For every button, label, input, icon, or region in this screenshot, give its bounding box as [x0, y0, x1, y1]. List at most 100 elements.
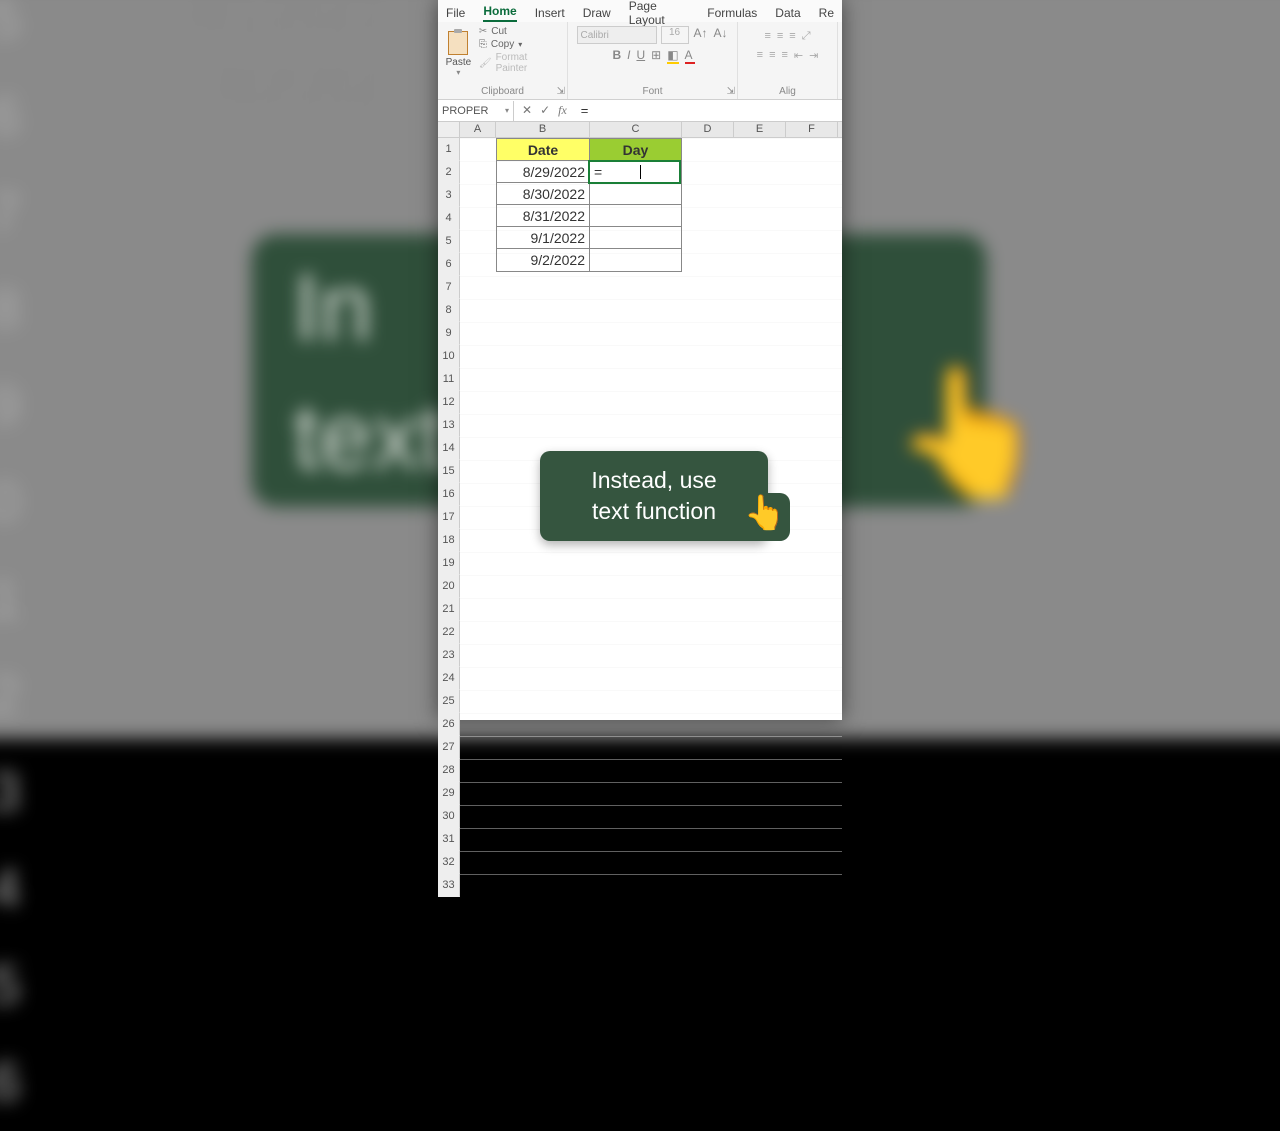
row-header[interactable]: 11: [438, 368, 460, 391]
col-header-A[interactable]: A: [460, 122, 496, 137]
row-header[interactable]: 20: [438, 575, 460, 598]
name-box[interactable]: PROPER ▾: [438, 101, 514, 121]
tab-data[interactable]: Data: [775, 6, 800, 20]
row-header[interactable]: 21: [438, 598, 460, 621]
col-header-E[interactable]: E: [734, 122, 786, 137]
tab-insert[interactable]: Insert: [535, 6, 565, 20]
increase-font-icon[interactable]: A↑: [693, 26, 709, 44]
dialog-launcher-icon[interactable]: ⇲: [727, 86, 735, 97]
font-color-button[interactable]: A: [685, 48, 693, 62]
row-header[interactable]: 3: [438, 184, 460, 207]
header-date-cell[interactable]: Date: [497, 139, 590, 161]
format-painter-button[interactable]: 🖌Format Painter: [479, 52, 559, 74]
row-header[interactable]: 4: [438, 207, 460, 230]
align-right-icon[interactable]: ≡: [781, 49, 787, 62]
bold-button[interactable]: B: [612, 48, 621, 62]
cell-C6[interactable]: [590, 249, 681, 271]
tab-home[interactable]: Home: [483, 4, 516, 22]
row-header[interactable]: 15: [438, 460, 460, 483]
row-header[interactable]: 25: [438, 690, 460, 713]
row-header[interactable]: 31: [438, 828, 460, 851]
row-header[interactable]: 8: [438, 299, 460, 322]
fill-color-button[interactable]: ◧: [667, 48, 678, 62]
decrease-font-icon[interactable]: A↓: [713, 26, 729, 44]
col-header-F[interactable]: F: [786, 122, 838, 137]
row-header[interactable]: 17: [438, 506, 460, 529]
row-header[interactable]: 9: [438, 322, 460, 345]
cancel-formula-button[interactable]: ✕: [522, 103, 532, 118]
row-header[interactable]: 29: [438, 782, 460, 805]
row-header[interactable]: 19: [438, 552, 460, 575]
pointing-hand-icon: 👆: [744, 491, 786, 537]
tab-review[interactable]: Re: [819, 6, 834, 20]
cells-area[interactable]: Date Day 8/29/2022 = 8/30/2022: [460, 138, 842, 897]
row-header[interactable]: 12: [438, 391, 460, 414]
ribbon: Paste ▾ ✂Cut ⎘Copy▾ 🖌Format Painter Clip…: [438, 22, 842, 100]
cut-button[interactable]: ✂Cut: [479, 26, 559, 37]
row-header[interactable]: 23: [438, 644, 460, 667]
row-header[interactable]: 14: [438, 437, 460, 460]
formula-input[interactable]: =: [575, 103, 842, 118]
excel-window: File Home Insert Draw Page Layout Formul…: [438, 0, 842, 720]
row-header[interactable]: 24: [438, 667, 460, 690]
cell-B4[interactable]: 8/31/2022: [497, 205, 590, 227]
chevron-down-icon: ▾: [518, 40, 522, 49]
enter-formula-button[interactable]: ✓: [540, 103, 550, 118]
underline-button[interactable]: U: [636, 48, 645, 62]
row-header[interactable]: 27: [438, 736, 460, 759]
fx-icon[interactable]: fx: [558, 103, 567, 118]
row-header[interactable]: 16: [438, 483, 460, 506]
tab-formulas[interactable]: Formulas: [707, 6, 757, 20]
cell-B6[interactable]: 9/2/2022: [497, 249, 590, 271]
cell-B5[interactable]: 9/1/2022: [497, 227, 590, 249]
dialog-launcher-icon[interactable]: ⇲: [557, 86, 565, 97]
align-bottom-icon[interactable]: ≡: [789, 30, 795, 43]
italic-button[interactable]: I: [627, 48, 630, 62]
col-header-B[interactable]: B: [496, 122, 590, 137]
tab-draw[interactable]: Draw: [583, 6, 611, 20]
cell-C2-editing[interactable]: =: [590, 161, 681, 183]
col-header-C[interactable]: C: [590, 122, 682, 137]
col-header-D[interactable]: D: [682, 122, 734, 137]
row-header[interactable]: 22: [438, 621, 460, 644]
indent-increase-icon[interactable]: ⇥: [809, 49, 818, 62]
cell-C3[interactable]: [590, 183, 681, 205]
cell-C4[interactable]: [590, 205, 681, 227]
row-header[interactable]: 1: [438, 138, 460, 161]
align-middle-icon[interactable]: ≡: [777, 30, 783, 43]
copy-icon: ⎘: [479, 39, 487, 50]
select-all-corner[interactable]: [438, 122, 460, 137]
row-header[interactable]: 7: [438, 276, 460, 299]
row-header[interactable]: 18: [438, 529, 460, 552]
border-button[interactable]: ⊞: [651, 48, 661, 62]
row-header[interactable]: 6: [438, 253, 460, 276]
indent-decrease-icon[interactable]: ⇤: [794, 49, 803, 62]
bg-hand-emoji: 👆: [892, 360, 1049, 507]
tab-file[interactable]: File: [446, 6, 465, 20]
data-table: Date Day 8/29/2022 = 8/30/2022: [496, 138, 682, 272]
orientation-icon[interactable]: ⤢: [802, 30, 811, 43]
row-header[interactable]: 26: [438, 713, 460, 736]
paste-button[interactable]: Paste ▾: [442, 24, 475, 84]
cell-C5[interactable]: [590, 227, 681, 249]
align-left-icon[interactable]: ≡: [757, 49, 763, 62]
cell-B2[interactable]: 8/29/2022: [497, 161, 590, 183]
header-day-cell[interactable]: Day: [590, 139, 681, 161]
row-header[interactable]: 28: [438, 759, 460, 782]
row-header[interactable]: 13: [438, 414, 460, 437]
align-center-icon[interactable]: ≡: [769, 49, 775, 62]
row-header[interactable]: 2: [438, 161, 460, 184]
copy-button[interactable]: ⎘Copy▾: [479, 39, 559, 50]
row-header[interactable]: 33: [438, 874, 460, 897]
align-top-icon[interactable]: ≡: [764, 30, 770, 43]
spreadsheet-grid[interactable]: A B C D E F 1234567891011121314151617181…: [438, 122, 842, 897]
row-header[interactable]: 32: [438, 851, 460, 874]
row-header[interactable]: 10: [438, 345, 460, 368]
row-header[interactable]: 5: [438, 230, 460, 253]
cell-B3[interactable]: 8/30/2022: [497, 183, 590, 205]
font-size-input[interactable]: 16: [661, 26, 689, 44]
cell-editing-value: =: [594, 164, 602, 180]
font-name-input[interactable]: Calibri: [577, 26, 657, 44]
row-header[interactable]: 30: [438, 805, 460, 828]
ribbon-group-font: Calibri 16 A↑ A↓ B I U ⊞ ◧ A Font ⇲: [568, 22, 738, 99]
